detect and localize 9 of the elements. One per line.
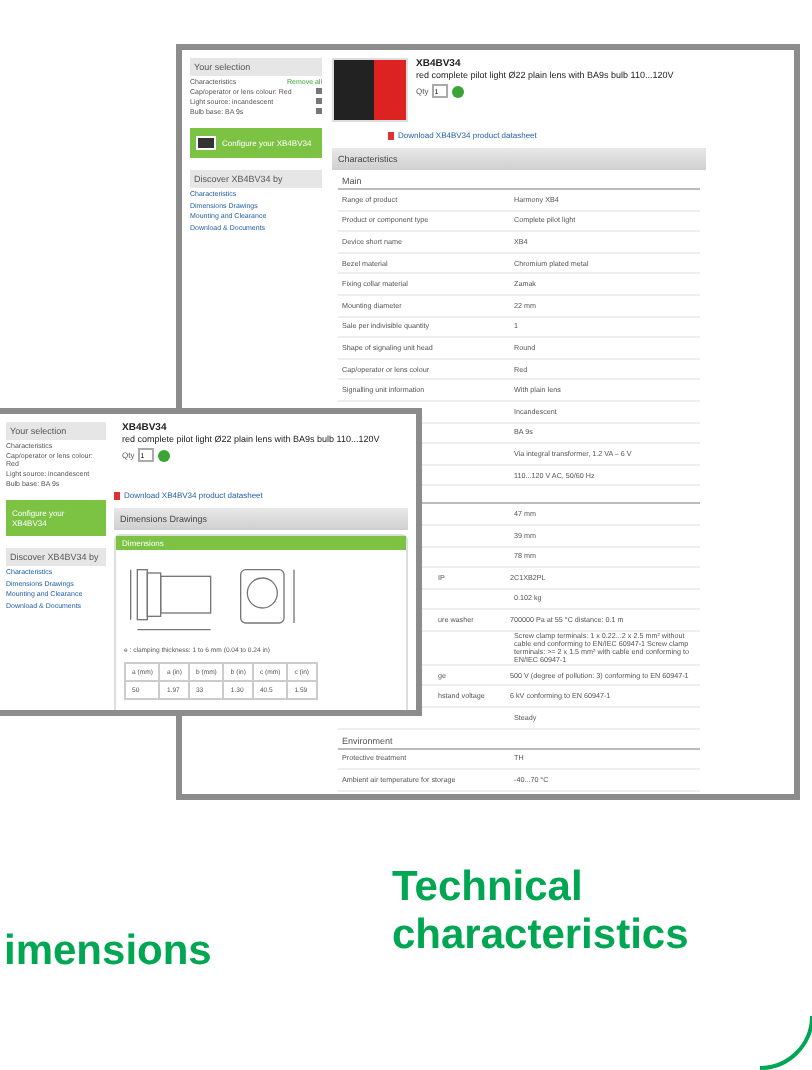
- configurator-icon: [196, 136, 216, 150]
- add-button[interactable]: [452, 85, 465, 97]
- add-button[interactable]: [158, 449, 171, 461]
- technical-characteristics-caption: Technical characteristics: [392, 864, 691, 960]
- dimensions-caption: imensions: [4, 928, 212, 976]
- arc-icon: [759, 1015, 812, 1070]
- pdf-icon: [114, 491, 120, 499]
- pdf-icon: [388, 131, 394, 139]
- photo-placeholder: [332, 58, 408, 122]
